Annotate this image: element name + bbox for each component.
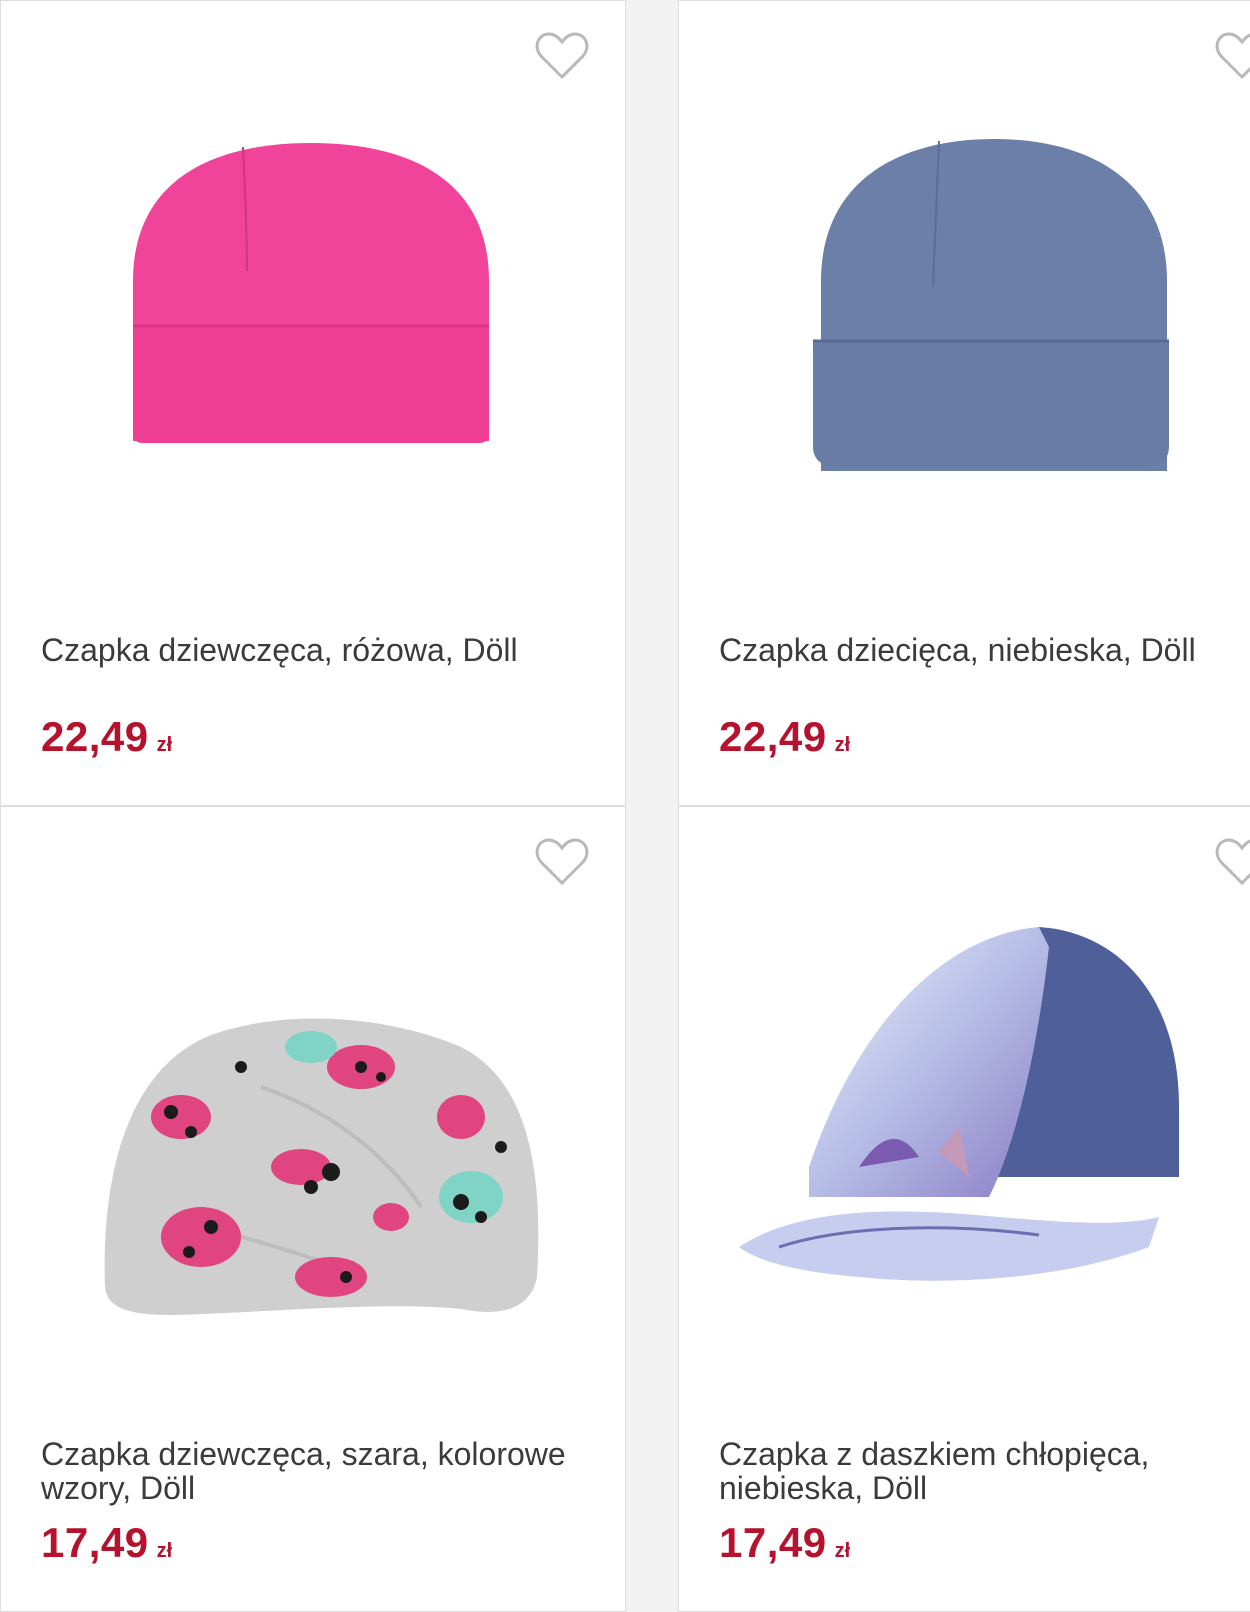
product-card[interactable]: Czapka dziecięca, niebieska, Döll 22,49 z… [678,0,1250,806]
product-title[interactable]: Czapka dziewczęca, różowa, Döll [41,633,601,667]
product-title[interactable]: Czapka dziecięca, niebieska, Döll [719,633,1250,667]
product-price: 17,49 zł [719,1519,850,1567]
product-price: 22,49 zł [41,713,172,761]
heart-outline-icon [535,32,589,80]
price-currency: zł [834,734,851,756]
heart-outline-icon [1215,32,1250,80]
heart-outline-icon [535,838,589,886]
price-currency: zł [156,1540,173,1562]
add-to-wishlist-button[interactable] [535,31,589,81]
add-to-wishlist-button[interactable] [535,837,589,887]
price-amount: 22,49 [719,713,827,760]
product-card[interactable]: Czapka z daszkiem chłopięca, niebieska, … [678,806,1250,1612]
add-to-wishlist-button[interactable] [1215,837,1250,887]
product-image-grey-patterned-beanie[interactable] [61,917,561,1337]
price-amount: 17,49 [719,1519,827,1566]
price-amount: 22,49 [41,713,149,760]
heart-outline-icon [1215,838,1250,886]
price-currency: zł [834,1540,851,1562]
product-title[interactable]: Czapka dziewczęca, szara, kolorowe wzory… [41,1437,601,1505]
product-title[interactable]: Czapka z daszkiem chłopięca, niebieska, … [719,1437,1250,1505]
product-card[interactable]: Czapka dziewczęca, szara, kolorowe wzory… [0,806,626,1612]
product-price: 22,49 zł [719,713,850,761]
product-price: 17,49 zł [41,1519,172,1567]
price-currency: zł [156,734,173,756]
product-grid: Czapka dziewczęca, różowa, Döll 22,49 zł … [0,0,1250,1612]
price-amount: 17,49 [41,1519,149,1566]
add-to-wishlist-button[interactable] [1215,31,1250,81]
product-image-pink-beanie[interactable] [61,111,561,531]
product-image-baseball-cap[interactable] [739,917,1239,1337]
product-image-blue-beanie[interactable] [739,111,1239,531]
product-card[interactable]: Czapka dziewczęca, różowa, Döll 22,49 zł [0,0,626,806]
